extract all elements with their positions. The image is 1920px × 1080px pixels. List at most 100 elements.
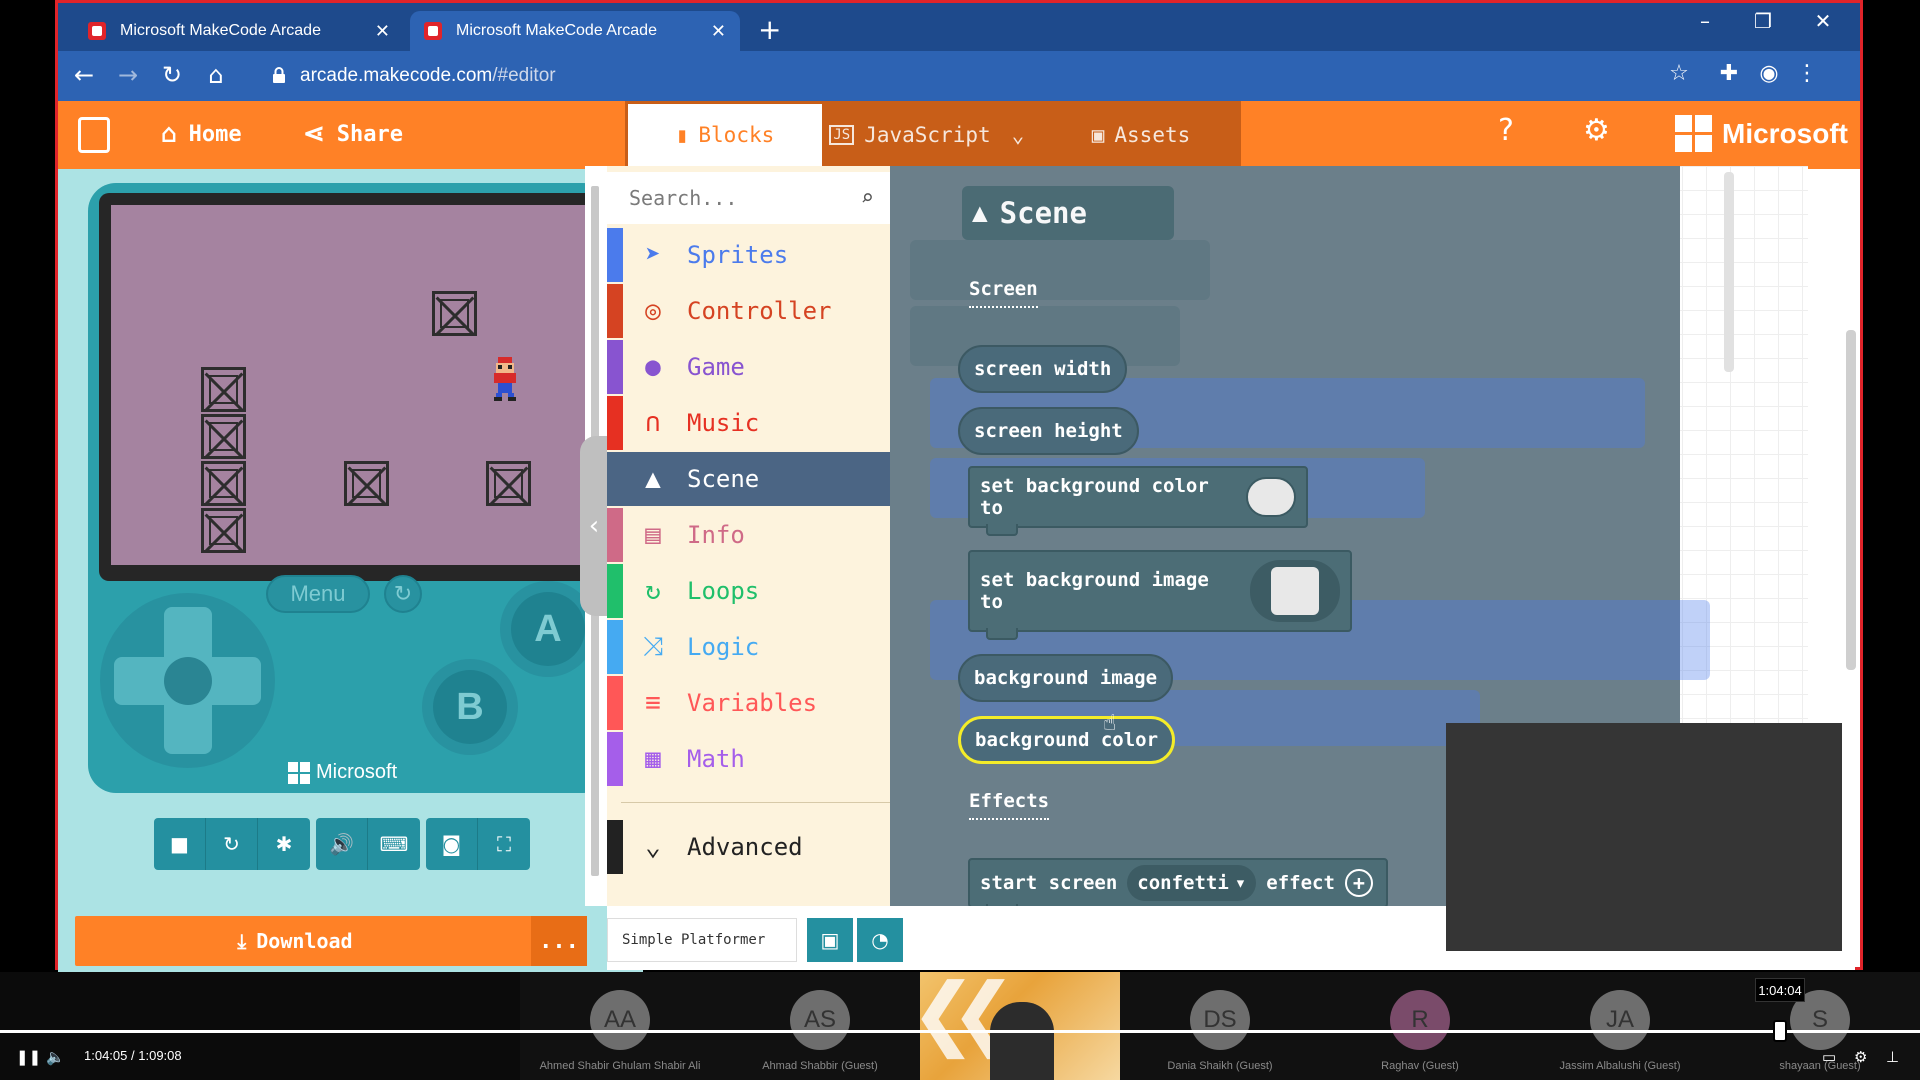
browser-tab-1[interactable]: Microsoft MakeCode Arcade ✕	[74, 11, 404, 51]
stop-icon[interactable]: ■	[154, 818, 206, 870]
section-label-screen: Screen	[969, 278, 1038, 308]
category-sprites[interactable]: ➤ Sprites	[607, 228, 890, 282]
download-button[interactable]: ⤓ Download ...	[75, 916, 587, 966]
category-controller[interactable]: ◎ Controller	[607, 284, 890, 338]
category-advanced[interactable]: ⌄ Advanced	[607, 820, 890, 874]
category-music[interactable]: ∩ Music	[607, 396, 890, 450]
captions-icon[interactable]: ▭	[1822, 1048, 1836, 1066]
home-button[interactable]: ⌂ Home	[161, 119, 242, 149]
new-tab-icon[interactable]: +	[758, 13, 781, 46]
tab-blocks[interactable]: ▮ Blocks	[625, 101, 825, 169]
menu-button[interactable]: Menu	[266, 575, 370, 613]
tab-assets[interactable]: ▣ Assets	[1041, 101, 1241, 169]
url-field[interactable]: arcade.makecode.com/#editor	[258, 57, 1758, 95]
screenshot-camera-icon[interactable]: ◙	[426, 818, 478, 870]
github-icon[interactable]: ◔	[857, 918, 903, 962]
b-button[interactable]: B	[422, 659, 518, 755]
puzzle-icon: ▮	[675, 123, 689, 147]
category-game[interactable]: ● Game	[607, 340, 890, 394]
color-picker-field[interactable]	[1246, 477, 1296, 517]
close-window-icon[interactable]: ✕	[1798, 9, 1848, 33]
reset-icon[interactable]: ↻	[384, 575, 422, 613]
category-loops[interactable]: ↻ Loops	[607, 564, 890, 618]
category-variables[interactable]: ≡ Variables	[607, 676, 890, 730]
tab-javascript[interactable]: JS JavaScript	[825, 101, 995, 169]
shuffle-icon: ⤨	[642, 631, 664, 662]
tree-icon: ▲	[972, 198, 988, 228]
download-more-button[interactable]: ...	[531, 916, 587, 966]
category-label: Advanced	[687, 833, 803, 861]
crate-sprite	[201, 461, 246, 506]
search-icon[interactable]: ⌕	[861, 186, 874, 211]
category-logic[interactable]: ⤨ Logic	[607, 620, 890, 674]
makecode-header: ⌂ Home ⋖ Share ▮ Blocks JS JavaScript ⌄	[58, 101, 1860, 169]
settings-gear-icon[interactable]: ⚙	[1854, 1048, 1867, 1066]
pause-icon[interactable]: ❚❚	[16, 1048, 41, 1066]
bookmark-star-icon[interactable]: ☆	[1662, 61, 1696, 86]
camera-video-tile	[1446, 723, 1842, 951]
a-button-label: A	[511, 592, 585, 666]
scrub-tooltip: 1:04:04	[1755, 978, 1805, 1002]
collapse-simulator-chevron-left-icon[interactable]: ‹	[580, 436, 608, 616]
sim-control-group: ■ ↻ ✱	[154, 818, 310, 870]
category-scene[interactable]: ▲ Scene	[607, 452, 890, 506]
toolbox: Search... ⌕ ➤ Sprites ◎ Controller ● Gam…	[607, 166, 890, 908]
reload-icon[interactable]: ↻	[156, 61, 188, 89]
sound-icon[interactable]: 🔊	[316, 818, 368, 870]
dpad[interactable]	[100, 593, 275, 768]
block-start-screen-effect[interactable]: start screen confetti ▾ effect +	[968, 858, 1388, 916]
screen-bezel	[99, 193, 600, 581]
pin-icon[interactable]: ⊥	[1886, 1048, 1899, 1066]
effect-dropdown[interactable]: confetti ▾	[1127, 865, 1257, 901]
block-set-background-color[interactable]: set background color to	[968, 466, 1308, 536]
extensions-icon[interactable]: ✚	[1712, 61, 1746, 86]
browser-menu-icon[interactable]: ⋮	[1790, 61, 1824, 86]
debug-bug-icon[interactable]: ✱	[258, 818, 310, 870]
volume-icon[interactable]: 🔈	[46, 1048, 65, 1066]
settings-gear-icon[interactable]: ⚙	[1583, 113, 1610, 148]
block-screen-width[interactable]: screen width	[958, 345, 1128, 393]
fullscreen-icon[interactable]: ⛶	[478, 818, 530, 870]
share-button[interactable]: ⋖ Share	[303, 119, 403, 149]
flyout-scrollbar[interactable]	[1724, 172, 1734, 372]
workspace-scrollbar[interactable]	[1846, 330, 1856, 670]
close-tab-icon[interactable]: ✕	[375, 21, 390, 42]
browser-tab-2[interactable]: Microsoft MakeCode Arcade ✕	[410, 11, 740, 51]
close-tab-icon[interactable]: ✕	[711, 21, 726, 42]
effect-dropdown-value: confetti	[1137, 872, 1229, 894]
gamepad-icon: ◎	[645, 296, 661, 326]
game-screen[interactable]	[111, 205, 588, 565]
save-floppy-icon[interactable]: ▣	[807, 918, 853, 962]
block-background-image[interactable]: background image	[958, 654, 1174, 702]
flyout-title: ▲ Scene	[962, 186, 1174, 240]
time-separator: /	[131, 1048, 135, 1063]
add-parameter-icon[interactable]: +	[1344, 869, 1373, 897]
help-icon[interactable]: ?	[1498, 113, 1514, 148]
time-readout: 1:04:05 / 1:09:08	[84, 1048, 182, 1063]
block-screen-height[interactable]: screen height	[958, 407, 1139, 455]
block-background-color[interactable]: background color	[958, 716, 1176, 764]
back-icon[interactable]: ←	[68, 61, 100, 89]
restart-icon[interactable]: ↻	[206, 818, 258, 870]
category-label: Info	[687, 521, 745, 549]
scrub-handle[interactable]	[1773, 1020, 1787, 1042]
project-name-input[interactable]: Simple Platformer	[607, 918, 797, 962]
tree-icon: ▲	[645, 464, 661, 494]
home-icon[interactable]: ⌂	[200, 61, 232, 89]
profile-avatar-icon[interactable]: ◉	[1752, 61, 1786, 86]
keyboard-icon[interactable]: ⌨	[368, 818, 420, 870]
microsoft-logo[interactable]: Microsoft	[1675, 115, 1848, 152]
game-console: Menu ↻ A B Microsoft	[88, 183, 611, 793]
image-picker-field[interactable]	[1250, 560, 1340, 622]
playback-progress-bar[interactable]	[0, 1030, 1920, 1033]
toolbox-search-input[interactable]: Search... ⌕	[607, 172, 890, 224]
arcade-logo-icon[interactable]	[78, 117, 110, 153]
forward-icon[interactable]: →	[112, 61, 144, 89]
category-math[interactable]: ▦ Math	[607, 732, 890, 786]
language-dropdown[interactable]: ⌄	[995, 101, 1041, 169]
restore-icon[interactable]: ❐	[1738, 9, 1788, 33]
screen: Microsoft MakeCode Arcade ✕ Microsoft Ma…	[0, 0, 1920, 1080]
minimize-icon[interactable]: –	[1680, 9, 1730, 33]
block-set-background-image[interactable]: set background image to	[968, 550, 1352, 640]
category-info[interactable]: ▤ Info	[607, 508, 890, 562]
